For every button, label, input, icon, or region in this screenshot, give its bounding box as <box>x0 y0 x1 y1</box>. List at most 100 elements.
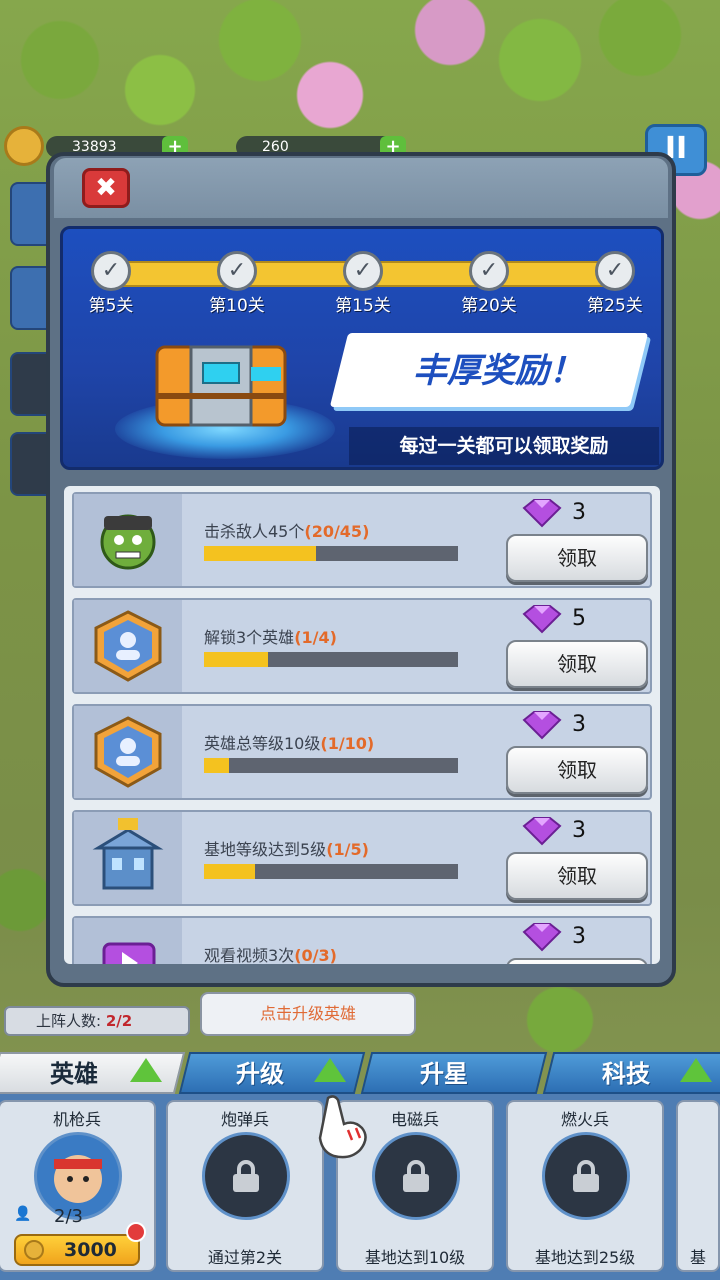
hero-badge-icon <box>94 610 162 682</box>
task-progress-text: (1/10) <box>320 734 375 753</box>
upgrade-hint-tooltip: 点击升级英雄 <box>200 992 416 1036</box>
tab-heroes-label: 英雄 <box>50 1060 98 1088</box>
task-progress-fill <box>204 758 230 773</box>
task-row: 观看视频3次(0/3) 3 领取 <box>72 916 652 964</box>
task-progress-fill <box>204 652 268 667</box>
task-progress-text: (1/5) <box>326 840 369 859</box>
task-list[interactable]: 击杀敌人45个(20/45) 3 领取 解锁3个英雄(1/4) 5 领取 英雄总… <box>64 486 660 964</box>
tab-star-up-label: 升星 <box>420 1060 468 1088</box>
upgrade-cost: 3000 <box>64 1239 117 1261</box>
milestone-check-icon: ✓ <box>217 251 257 291</box>
task-label: 击杀敌人45个 <box>204 522 305 541</box>
hero-badge-icon <box>94 716 162 788</box>
task-icon-box <box>74 494 182 586</box>
task-progress-text: (20/45) <box>304 522 370 541</box>
hero-card[interactable]: 燃火兵 基地达到25级 <box>506 1100 664 1272</box>
reward-banner: ✓ ✓ ✓ ✓ ✓ 第5关 第10关 第15关 第20关 第25关 丰厚奖励！ … <box>60 226 664 470</box>
hero-card[interactable]: 炮弹兵 通过第2关 <box>166 1100 324 1272</box>
task-description: 基地等级达到5级(1/5) <box>204 836 484 860</box>
treasure-chest-icon <box>155 345 287 427</box>
notification-dot <box>126 1222 146 1242</box>
claim-button[interactable]: 领取 <box>506 958 648 964</box>
hero-name: 燃火兵 <box>560 1110 609 1129</box>
milestone-label: 第15关 <box>335 296 391 316</box>
task-progress-fill <box>204 546 316 561</box>
task-row: 英雄总等级10级(1/10) 3 领取 <box>72 704 652 800</box>
task-label: 观看视频3次 <box>204 946 295 964</box>
hero-card[interactable]: 机枪兵 👤 2/3 3000 <box>0 1100 156 1272</box>
unlock-requirement: 通过第2关 <box>207 1248 283 1267</box>
bottom-tab-bar: 英雄 升级 升星 科技 <box>0 1046 720 1096</box>
gem-icon <box>522 605 562 634</box>
banner-subtitle: 每过一关都可以领取奖励 <box>349 427 659 465</box>
task-progress-bar <box>204 864 458 879</box>
gem-icon <box>522 499 562 528</box>
task-progress-text: (0/3) <box>294 946 337 964</box>
task-progress-bar <box>204 546 458 561</box>
milestone-label: 第20关 <box>461 296 517 316</box>
claim-button[interactable]: 领取 <box>506 534 648 582</box>
deploy-count: 上阵人数: 2/2 <box>4 1006 190 1036</box>
upgrade-cost-button[interactable]: 3000 <box>14 1234 140 1266</box>
task-row: 基地等级达到5级(1/5) 3 领取 <box>72 810 652 906</box>
upgrade-arrow-icon <box>130 1058 162 1082</box>
gem-icon <box>522 923 562 952</box>
task-progress-bar <box>204 652 458 667</box>
task-label: 解锁3个英雄 <box>204 628 295 647</box>
hero-name: 机枪兵 <box>52 1110 101 1129</box>
milestone-label: 第25关 <box>587 296 643 316</box>
unlock-requirement: 基 <box>689 1248 706 1267</box>
zombie-icon <box>100 514 156 570</box>
task-icon-box <box>74 706 182 798</box>
milestone-label: 第10关 <box>209 296 265 316</box>
hero-name: 炮弹兵 <box>220 1110 269 1129</box>
milestone-check-icon: ✓ <box>343 251 383 291</box>
upgrade-arrow-icon <box>314 1058 346 1082</box>
close-button[interactable]: ✖ <box>82 168 130 208</box>
gunner-avatar-icon <box>54 1155 102 1203</box>
task-label: 基地等级达到5级 <box>204 840 327 859</box>
banner-title: 丰厚奖励！ <box>413 351 583 391</box>
reward-amount: 3 <box>572 924 586 949</box>
task-icon-box <box>74 918 182 964</box>
video-icon <box>102 942 156 964</box>
reward-amount: 5 <box>572 606 586 631</box>
upgrade-arrow-icon <box>680 1058 712 1082</box>
lock-icon <box>233 1160 259 1192</box>
gem-icon <box>522 817 562 846</box>
hero-count: 2/3 <box>54 1206 83 1227</box>
task-description: 英雄总等级10级(1/10) <box>204 730 484 754</box>
task-description: 解锁3个英雄(1/4) <box>204 624 484 648</box>
milestone-check-icon: ✓ <box>91 251 131 291</box>
claim-button[interactable]: 领取 <box>506 746 648 794</box>
task-description: 观看视频3次(0/3) <box>204 942 484 964</box>
milestone-check-icon: ✓ <box>469 251 509 291</box>
rewards-modal: ✖ ✓ ✓ ✓ ✓ ✓ 第5关 第10关 第15关 第20关 第25关 丰厚奖励… <box>46 152 676 987</box>
deploy-label: 上阵人数: <box>36 1012 102 1030</box>
base-icon <box>92 818 164 890</box>
task-description: 击杀敌人45个(20/45) <box>204 518 484 542</box>
reward-amount: 3 <box>572 712 586 737</box>
milestone-label: 第5关 <box>88 296 134 316</box>
lock-icon <box>573 1160 599 1192</box>
reward-amount: 3 <box>572 500 586 525</box>
user-icon: 👤 <box>14 1206 32 1222</box>
task-progress-bar <box>204 758 458 773</box>
tab-tech-label: 科技 <box>602 1060 650 1088</box>
unlock-requirement: 基地达到10级 <box>364 1248 466 1267</box>
milestone-check-icon: ✓ <box>595 251 635 291</box>
task-icon-box <box>74 812 182 904</box>
coin-icon <box>24 1240 44 1260</box>
task-progress-fill <box>204 864 255 879</box>
deploy-value: 2/2 <box>105 1012 133 1030</box>
claim-button[interactable]: 领取 <box>506 640 648 688</box>
task-row: 解锁3个英雄(1/4) 5 领取 <box>72 598 652 694</box>
reward-amount: 3 <box>572 818 586 843</box>
task-progress-text: (1/4) <box>294 628 337 647</box>
task-icon-box <box>74 600 182 692</box>
unlock-requirement: 基地达到25级 <box>534 1248 636 1267</box>
gem-icon <box>522 711 562 740</box>
hero-card[interactable]: 基 <box>676 1100 720 1272</box>
lock-icon <box>403 1160 429 1192</box>
claim-button[interactable]: 领取 <box>506 852 648 900</box>
